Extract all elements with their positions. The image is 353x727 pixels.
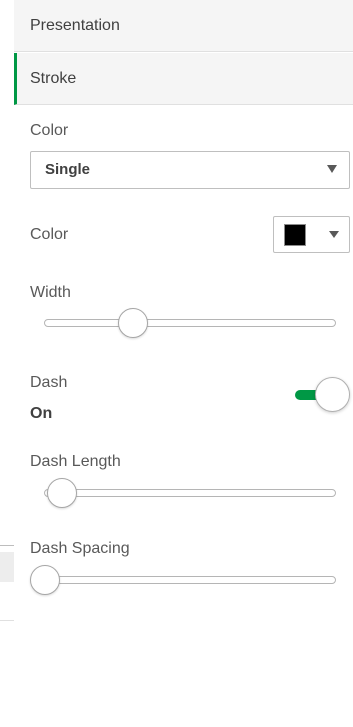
slider-track[interactable] (44, 489, 336, 497)
section-stroke[interactable]: Stroke (14, 53, 353, 105)
slider-thumb[interactable] (30, 565, 60, 595)
width-slider[interactable] (30, 308, 336, 339)
caret-down-icon (327, 165, 337, 173)
dash-state-text: On (30, 405, 53, 422)
properties-panel: Presentation Stroke Color Single Color W… (14, 0, 353, 727)
dash-spacing-slider[interactable] (30, 565, 336, 596)
background-divider (0, 545, 14, 546)
color-label: Color (30, 226, 69, 243)
color-picker-button[interactable] (273, 216, 350, 253)
width-label: Width (30, 284, 71, 301)
dash-label: Dash (30, 374, 68, 391)
slider-track[interactable] (44, 319, 336, 327)
color-mode-value: Single (45, 161, 91, 178)
color-mode-label: Color (30, 122, 69, 139)
dash-length-label: Dash Length (30, 453, 121, 470)
slider-thumb[interactable] (118, 308, 148, 338)
background-divider (0, 620, 14, 621)
dash-spacing-label: Dash Spacing (30, 540, 130, 557)
toggle-knob[interactable] (315, 377, 350, 412)
color-mode-dropdown[interactable]: Single (30, 151, 350, 189)
dash-toggle[interactable] (293, 377, 353, 413)
background-row (0, 552, 14, 582)
section-presentation[interactable]: Presentation (14, 0, 353, 52)
color-swatch (284, 224, 306, 246)
caret-down-icon (329, 231, 339, 238)
slider-track[interactable] (44, 576, 336, 584)
slider-thumb[interactable] (47, 478, 77, 508)
dash-length-slider[interactable] (30, 478, 336, 509)
